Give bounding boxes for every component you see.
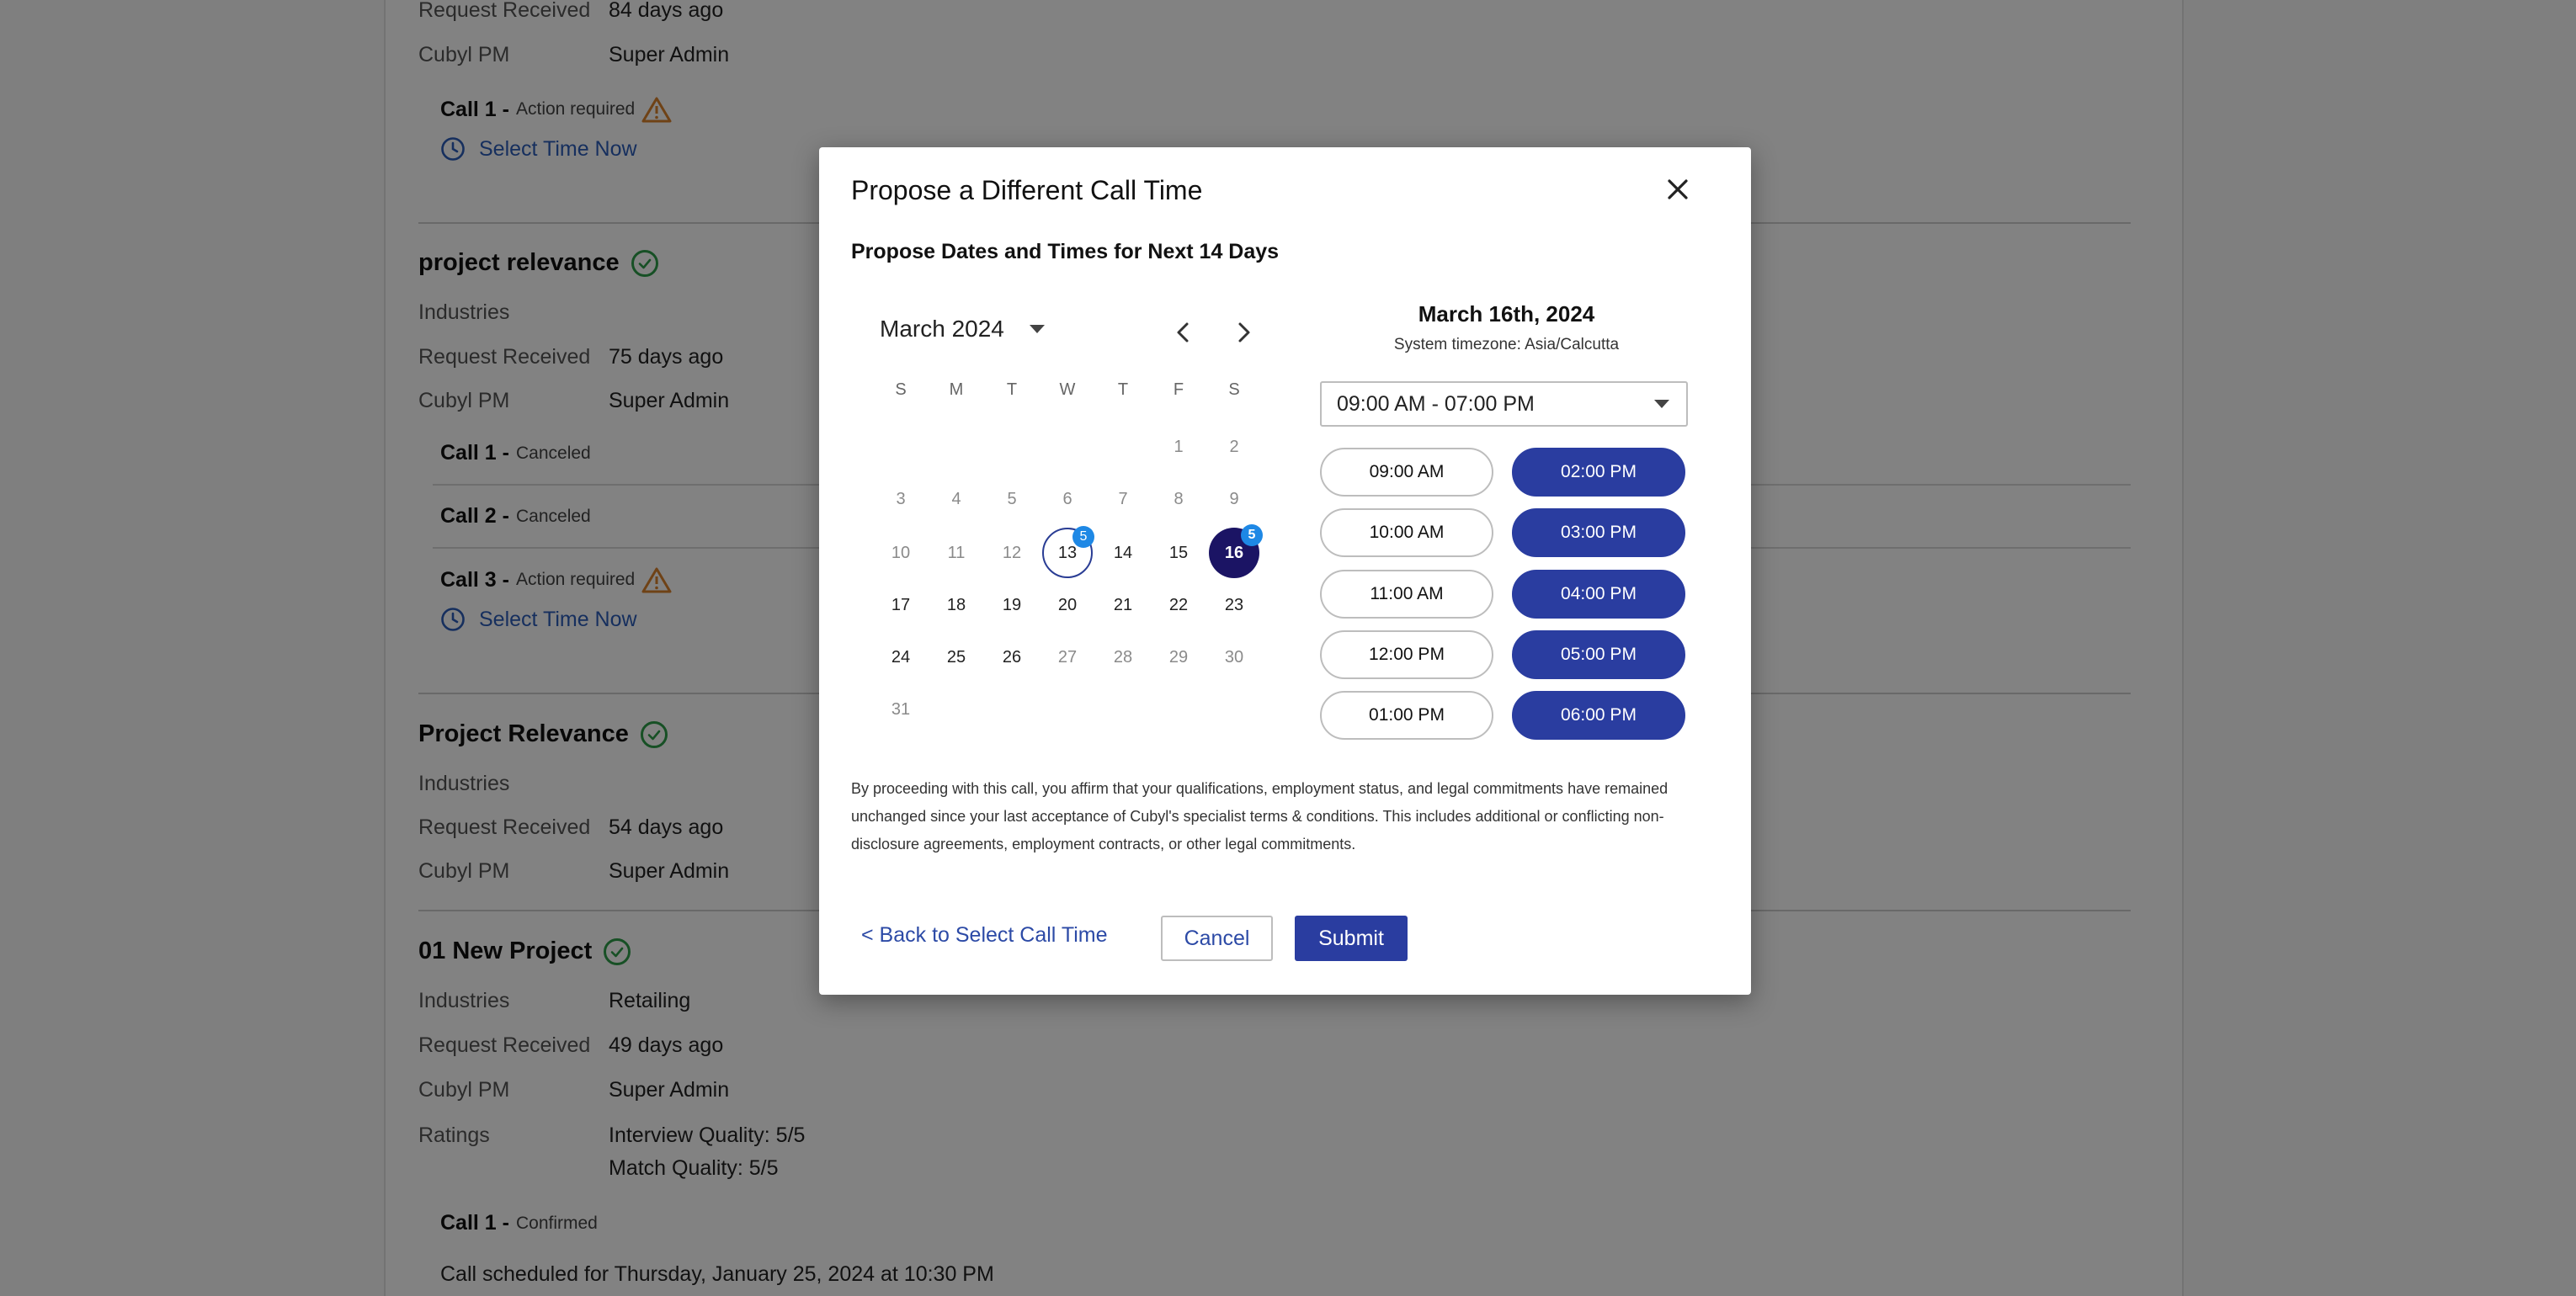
calendar-day: 1 xyxy=(1174,437,1184,456)
calendar-day[interactable]: 21 xyxy=(1098,580,1148,630)
time-range-value: 09:00 AM - 07:00 PM xyxy=(1337,391,1535,416)
calendar-day-today[interactable]: 13 5 xyxy=(1042,526,1094,578)
calendar-day[interactable]: 24 xyxy=(876,632,926,683)
calendar-day: 10 xyxy=(891,543,911,562)
calendar-day: 29 xyxy=(1168,647,1189,667)
close-button[interactable] xyxy=(1661,173,1695,206)
calendar-day: 31 xyxy=(891,699,911,719)
selected-date-heading: March 16th, 2024 xyxy=(1418,301,1595,327)
weekday-label: S xyxy=(895,380,907,399)
calendar-day: 27 xyxy=(1057,647,1078,667)
back-to-select-call-time-link[interactable]: < Back to Select Call Time xyxy=(861,923,1107,948)
calendar-day: 6 xyxy=(1062,489,1072,508)
month-label: March 2024 xyxy=(880,316,1004,342)
calendar-day: 12 xyxy=(1002,543,1022,562)
weekday-label: M xyxy=(949,380,964,399)
time-slot-button[interactable]: 12:00 PM xyxy=(1320,630,1493,679)
calendar-day: 4 xyxy=(951,489,961,508)
time-slot-button-selected[interactable]: 02:00 PM xyxy=(1512,448,1685,497)
time-slot-button[interactable]: 10:00 AM xyxy=(1320,508,1493,557)
calendar-day[interactable]: 18 xyxy=(931,580,982,630)
availability-badge: 5 xyxy=(1241,524,1263,546)
calendar-day[interactable]: 19 xyxy=(987,580,1037,630)
chevron-left-icon xyxy=(1177,322,1189,343)
weekday-label: S xyxy=(1228,380,1240,399)
time-slot-button-selected[interactable]: 05:00 PM xyxy=(1512,630,1685,679)
dialog-subtitle: Propose Dates and Times for Next 14 Days xyxy=(851,240,1280,263)
calendar-day[interactable]: 26 xyxy=(987,632,1037,683)
time-slot-button-selected[interactable]: 06:00 PM xyxy=(1512,691,1685,740)
propose-time-dialog: Propose a Different Call Time Propose Da… xyxy=(819,147,1751,995)
calendar-day: 5 xyxy=(1007,489,1017,508)
calendar-day[interactable]: 23 xyxy=(1209,580,1259,630)
calendar-day[interactable]: 15 xyxy=(1153,528,1204,578)
weekday-label: T xyxy=(1117,380,1129,399)
timezone-label: System timezone: Asia/Calcutta xyxy=(1393,336,1620,353)
calendar-day: 8 xyxy=(1174,489,1184,508)
calendar-day-selected[interactable]: 16 5 xyxy=(1209,524,1263,578)
time-slot-button-selected[interactable]: 04:00 PM xyxy=(1512,570,1685,619)
legal-disclaimer: By proceeding with this call, you affirm… xyxy=(851,780,1669,852)
calendar-day[interactable]: 25 xyxy=(931,632,982,683)
weekday-label: F xyxy=(1173,380,1184,399)
caret-down-icon xyxy=(1653,398,1671,410)
calendar-day: 7 xyxy=(1118,489,1128,508)
calendar-day[interactable]: 14 xyxy=(1098,528,1148,578)
availability-badge: 5 xyxy=(1072,526,1094,548)
calendar-day: 3 xyxy=(896,489,906,508)
caret-down-icon xyxy=(1028,323,1046,335)
day-number: 16 xyxy=(1224,543,1244,562)
chevron-right-icon xyxy=(1238,322,1250,343)
calendar-day: 9 xyxy=(1229,489,1239,508)
dialog-title: Propose a Different Call Time xyxy=(851,175,1203,205)
calendar-day: 30 xyxy=(1224,647,1244,667)
prev-month-button[interactable] xyxy=(1166,316,1200,349)
day-number: 13 xyxy=(1057,543,1078,562)
cancel-button[interactable]: Cancel xyxy=(1161,916,1273,961)
calendar-day: 2 xyxy=(1229,437,1239,456)
weekday-label: W xyxy=(1059,380,1076,399)
submit-button[interactable]: Submit xyxy=(1295,916,1408,961)
close-icon xyxy=(1668,179,1688,199)
month-select[interactable]: March 2024 xyxy=(880,316,1046,343)
time-slot-button-selected[interactable]: 03:00 PM xyxy=(1512,508,1685,557)
next-month-button[interactable] xyxy=(1227,316,1261,349)
time-range-select[interactable]: 09:00 AM - 07:00 PM xyxy=(1320,381,1688,427)
weekday-label: T xyxy=(1006,380,1018,399)
calendar-day: 28 xyxy=(1113,647,1133,667)
time-slot-button[interactable]: 11:00 AM xyxy=(1320,570,1493,619)
calendar-day[interactable]: 17 xyxy=(876,580,926,630)
time-slot-button[interactable]: 09:00 AM xyxy=(1320,448,1493,497)
calendar-day[interactable]: 22 xyxy=(1153,580,1204,630)
time-slot-button[interactable]: 01:00 PM xyxy=(1320,691,1493,740)
calendar-day[interactable]: 20 xyxy=(1042,580,1093,630)
calendar-day: 11 xyxy=(947,543,966,562)
